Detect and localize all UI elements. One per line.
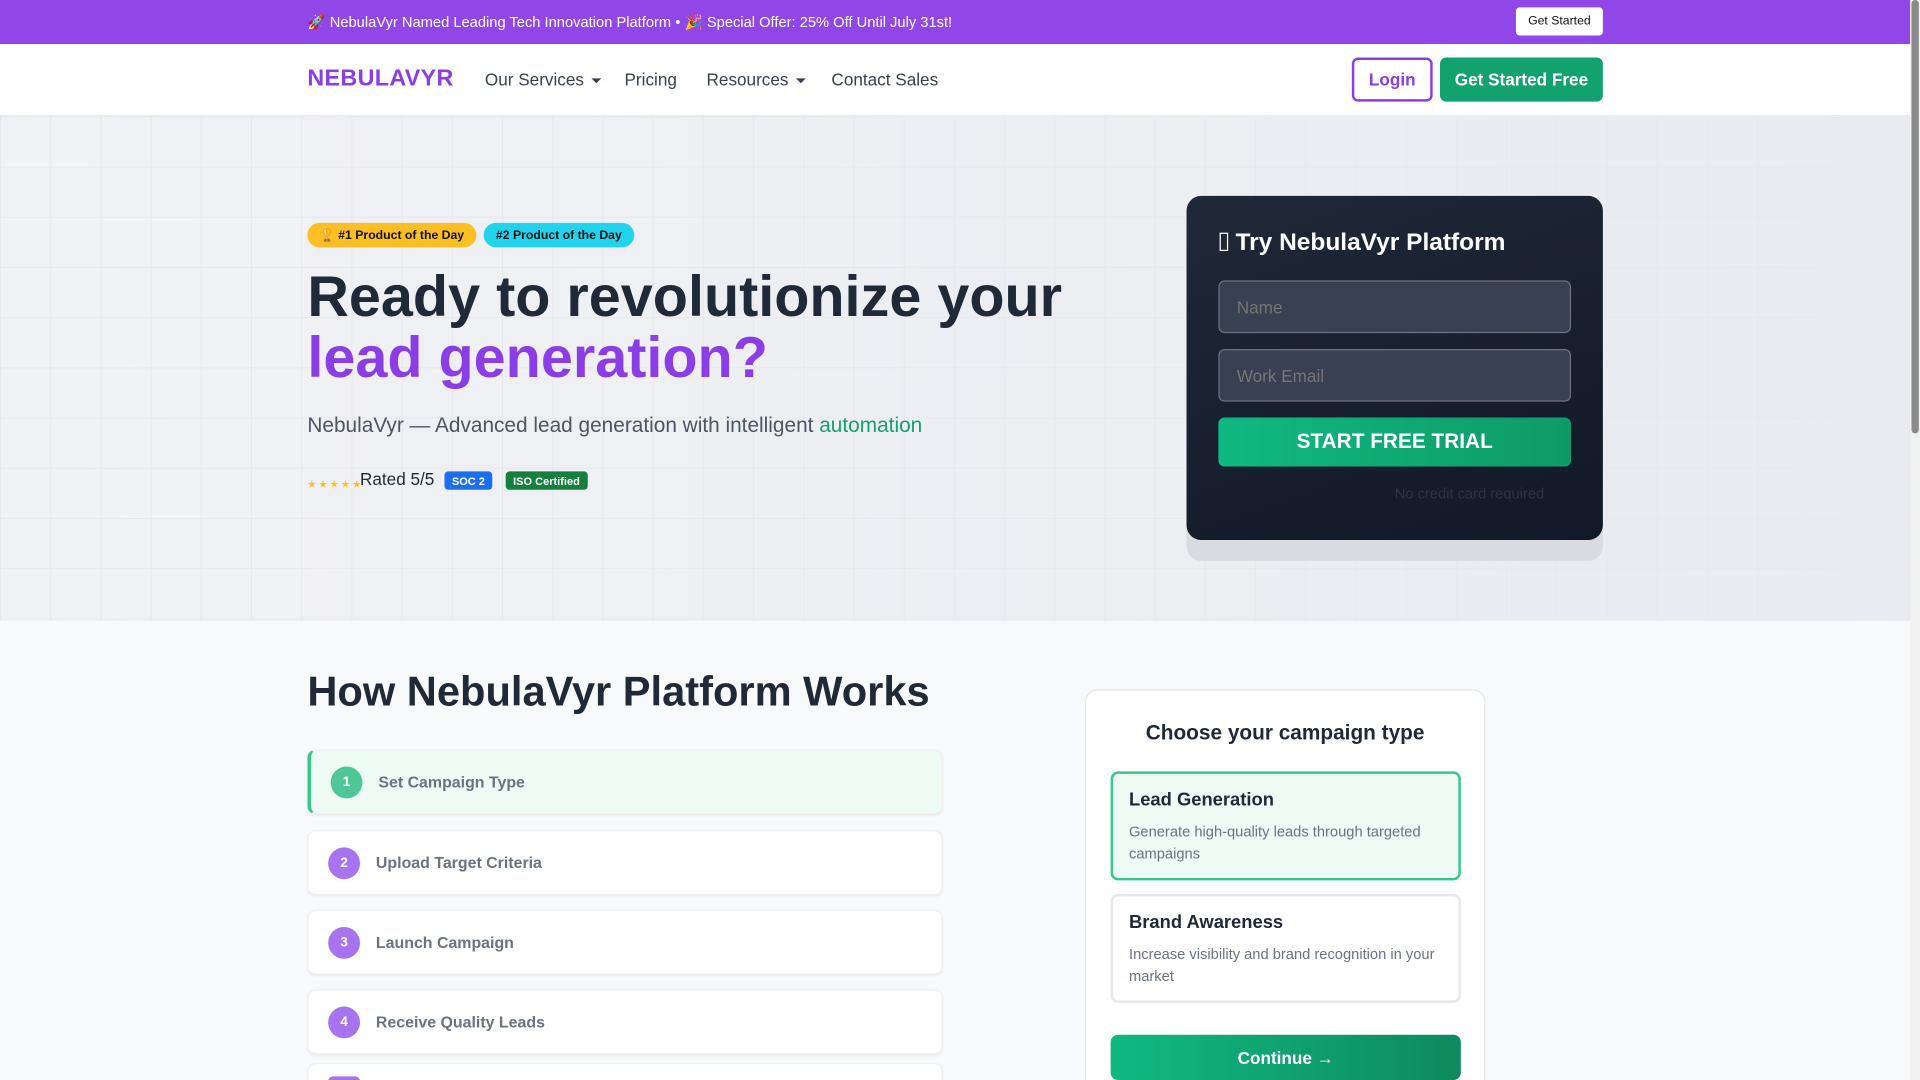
work-email-input[interactable] [1218, 348, 1572, 402]
step-item[interactable]: 1 Set Campaign Type [307, 749, 943, 815]
hero-subtitle: NebulaVyr — Advanced lead generation wit… [307, 414, 922, 438]
hero-background-fade [0, 116, 1911, 621]
continue-button[interactable]: Continue → [1110, 1034, 1461, 1080]
step-item[interactable]: 4 Receive Quality Leads [307, 989, 943, 1055]
trial-form-title: Try NebulaVyr Platform [1219, 228, 1506, 257]
page-scrollbar[interactable] [1910, 0, 1920, 1080]
get-started-free-button[interactable]: Get Started Free [1440, 57, 1603, 102]
rating-text: Rated 5/5 [360, 468, 435, 489]
main-nav: NEBULAVYR Our Services Pricing Resources… [0, 44, 1911, 117]
campaign-option-title: Brand Awareness [1128, 912, 1284, 934]
campaign-option-description: Increase visibility and brand recognitio… [1128, 945, 1435, 985]
announcement-message: 🚀 NebulaVyr Named Leading Tech Innovatio… [307, 13, 953, 31]
nav-item-pricing[interactable]: Pricing [624, 70, 676, 90]
step-item-partial[interactable] [307, 1062, 943, 1080]
rating-stars-icon: ★★★★★ [307, 478, 364, 490]
product-of-day-badge-1: 🏆 #1 Product of the Day [307, 222, 477, 248]
iso-certified-badge: ISO Certified [505, 471, 588, 490]
scrollbar-thumb[interactable] [1911, 0, 1919, 434]
caret-down-icon [591, 78, 602, 84]
step-number-partial [328, 1076, 361, 1080]
product-of-day-badge-2: #2 Product of the Day [483, 222, 635, 248]
soc2-badge: SOC 2 [444, 471, 493, 490]
nav-item-contact-sales[interactable]: Contact Sales [831, 70, 938, 90]
nav-item-label: Pricing [624, 69, 677, 90]
hero-subtitle-highlight: automation [819, 413, 923, 438]
start-free-trial-button[interactable]: START FREE TRIAL [1218, 417, 1572, 467]
step-label: Set Campaign Type [378, 772, 525, 792]
nav-item-label: Contact Sales [831, 69, 939, 90]
step-number: 3 [328, 926, 361, 959]
rocket-icon [1219, 232, 1229, 252]
step-label: Upload Target Criteria [375, 853, 542, 872]
announcement-get-started-button[interactable]: Get Started [1515, 7, 1603, 36]
nav-item-resources[interactable]: Resources [706, 69, 806, 90]
trial-form-title-text: Try NebulaVyr Platform [1235, 228, 1506, 256]
step-item[interactable]: 2 Upload Target Criteria [307, 830, 943, 896]
caret-down-icon [795, 78, 806, 84]
hero-subtitle-text: NebulaVyr — Advanced lead generation wit… [307, 413, 820, 438]
step-number: 4 [328, 1006, 361, 1039]
trial-form-card: Try NebulaVyr Platform START FREE TRIAL … [1186, 195, 1603, 541]
campaign-option-lead-generation[interactable]: Lead Generation Generate high-quality le… [1110, 771, 1461, 881]
step-item[interactable]: 3 Launch Campaign [307, 909, 943, 975]
how-it-works-title: How NebulaVyr Platform Works [307, 668, 930, 716]
campaign-option-title: Lead Generation [1128, 789, 1274, 811]
login-button[interactable]: Login [1351, 57, 1433, 102]
step-number: 1 [330, 766, 363, 799]
hero-headline-highlight: lead generation? [307, 324, 768, 390]
step-label: Receive Quality Leads [375, 1012, 545, 1032]
brand-logo[interactable]: NEBULAVYR [307, 66, 453, 93]
trial-form-note: No credit card required [1394, 484, 1545, 503]
hero-headline: Ready to revolutionize your [307, 263, 1063, 329]
page: 🚀 NebulaVyr Named Leading Tech Innovatio… [0, 0, 1920, 1080]
campaign-option-description: Generate high-quality leads through targ… [1128, 822, 1421, 863]
campaign-chooser-card: Choose your campaign type Lead Generatio… [1084, 689, 1486, 1080]
nav-item-our-services[interactable]: Our Services [484, 69, 602, 90]
name-input[interactable] [1218, 280, 1572, 334]
announcement-bar: 🚀 NebulaVyr Named Leading Tech Innovatio… [0, 0, 1911, 45]
campaign-chooser-title: Choose your campaign type [1145, 721, 1425, 745]
step-label: Launch Campaign [375, 933, 514, 952]
step-number: 2 [328, 847, 361, 880]
nav-item-label: Our Services [484, 69, 584, 90]
nav-item-label: Resources [706, 69, 789, 90]
campaign-option-brand-awareness[interactable]: Brand Awareness Increase visibility and … [1110, 893, 1461, 1003]
